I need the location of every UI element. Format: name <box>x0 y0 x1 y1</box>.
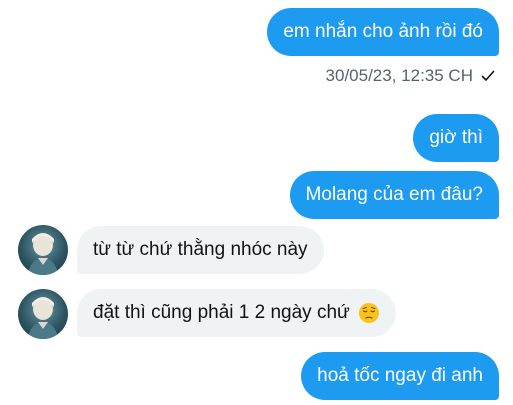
message-bubble-sent[interactable]: hoả tốc ngay đi anh <box>301 352 499 400</box>
avatar[interactable] <box>18 225 68 275</box>
message-bubble-sent[interactable]: Molang của em đâu? <box>289 171 499 219</box>
message-text: em nhắn cho ảnh rồi đó <box>283 21 483 42</box>
message-bubble-received[interactable]: từ từ chứ thằng nhóc này <box>77 226 324 274</box>
message-timestamp: 30/05/23, 12:35 CH <box>325 66 473 85</box>
avatar[interactable] <box>18 289 68 339</box>
message-text: giờ thì <box>429 127 483 148</box>
avatar-image <box>28 233 58 275</box>
message-text: Molang của em đâu? <box>305 184 483 205</box>
message-text: từ từ chứ thằng nhóc này <box>93 239 308 260</box>
message-meta: 30/05/23, 12:35 CH <box>326 66 495 86</box>
message-text: hoả tốc ngay đi anh <box>317 365 483 386</box>
checkmark-sent-icon <box>481 70 495 81</box>
avatar-image <box>28 297 58 339</box>
pensive-face-icon <box>358 303 379 323</box>
message-bubble-sent[interactable]: em nhắn cho ảnh rồi đó <box>267 8 499 56</box>
message-bubble-received[interactable]: đặt thì cũng phải 1 2 ngày chứ <box>77 289 396 337</box>
message-text: đặt thì cũng phải 1 2 ngày chứ <box>93 302 350 323</box>
message-bubble-sent[interactable]: giờ thì <box>413 114 499 162</box>
dm-conversation: em nhắn cho ảnh rồi đó 30/05/23, 12:35 C… <box>0 0 513 405</box>
